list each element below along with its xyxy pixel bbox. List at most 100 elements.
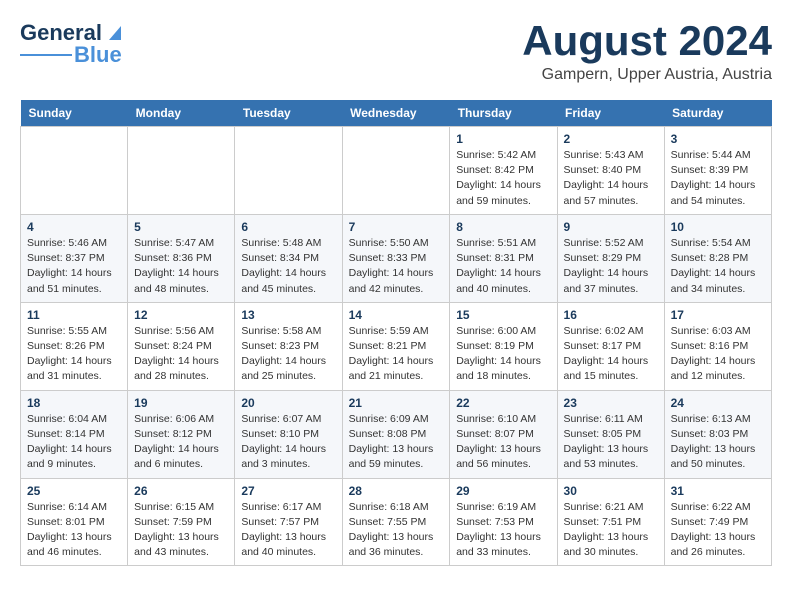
day-number: 8 [456, 220, 550, 234]
day-number: 30 [564, 484, 658, 498]
calendar-week-3: 11 Sunrise: 5:55 AMSunset: 8:26 PMDaylig… [21, 302, 772, 390]
day-info: Sunrise: 6:03 AMSunset: 8:16 PMDaylight:… [671, 325, 756, 383]
day-number: 25 [27, 484, 121, 498]
calendar-cell: 14 Sunrise: 5:59 AMSunset: 8:21 PMDaylig… [342, 302, 450, 390]
calendar-cell: 26 Sunrise: 6:15 AMSunset: 7:59 PMDaylig… [128, 478, 235, 566]
calendar-cell: 15 Sunrise: 6:00 AMSunset: 8:19 PMDaylig… [450, 302, 557, 390]
calendar-cell: 11 Sunrise: 5:55 AMSunset: 8:26 PMDaylig… [21, 302, 128, 390]
calendar-cell: 29 Sunrise: 6:19 AMSunset: 7:53 PMDaylig… [450, 478, 557, 566]
calendar-cell: 19 Sunrise: 6:06 AMSunset: 8:12 PMDaylig… [128, 390, 235, 478]
calendar-cell: 13 Sunrise: 5:58 AMSunset: 8:23 PMDaylig… [235, 302, 342, 390]
weekday-header-tuesday: Tuesday [235, 100, 342, 127]
calendar-cell: 12 Sunrise: 5:56 AMSunset: 8:24 PMDaylig… [128, 302, 235, 390]
day-info: Sunrise: 6:07 AMSunset: 8:10 PMDaylight:… [241, 413, 326, 471]
day-info: Sunrise: 6:17 AMSunset: 7:57 PMDaylight:… [241, 501, 326, 559]
calendar-cell: 25 Sunrise: 6:14 AMSunset: 8:01 PMDaylig… [21, 478, 128, 566]
day-info: Sunrise: 6:15 AMSunset: 7:59 PMDaylight:… [134, 501, 219, 559]
weekday-header-friday: Friday [557, 100, 664, 127]
day-info: Sunrise: 5:50 AMSunset: 8:33 PMDaylight:… [349, 237, 434, 295]
title-block: August 2024 Gampern, Upper Austria, Aust… [522, 20, 772, 84]
day-number: 20 [241, 396, 335, 410]
weekday-header-sunday: Sunday [21, 100, 128, 127]
day-info: Sunrise: 5:48 AMSunset: 8:34 PMDaylight:… [241, 237, 326, 295]
day-number: 14 [349, 308, 444, 322]
day-number: 28 [349, 484, 444, 498]
page-header: General Blue August 2024 Gampern, Upper … [20, 20, 772, 84]
calendar-cell: 10 Sunrise: 5:54 AMSunset: 8:28 PMDaylig… [664, 214, 771, 302]
calendar-cell [342, 127, 450, 215]
calendar-cell: 30 Sunrise: 6:21 AMSunset: 7:51 PMDaylig… [557, 478, 664, 566]
day-info: Sunrise: 6:02 AMSunset: 8:17 PMDaylight:… [564, 325, 649, 383]
day-info: Sunrise: 6:11 AMSunset: 8:05 PMDaylight:… [564, 413, 649, 471]
calendar-cell: 2 Sunrise: 5:43 AMSunset: 8:40 PMDayligh… [557, 127, 664, 215]
day-info: Sunrise: 6:10 AMSunset: 8:07 PMDaylight:… [456, 413, 541, 471]
calendar-cell: 23 Sunrise: 6:11 AMSunset: 8:05 PMDaylig… [557, 390, 664, 478]
day-number: 24 [671, 396, 765, 410]
day-info: Sunrise: 5:43 AMSunset: 8:40 PMDaylight:… [564, 149, 649, 207]
day-info: Sunrise: 5:55 AMSunset: 8:26 PMDaylight:… [27, 325, 112, 383]
calendar-table: SundayMondayTuesdayWednesdayThursdayFrid… [20, 100, 772, 566]
calendar-cell: 16 Sunrise: 6:02 AMSunset: 8:17 PMDaylig… [557, 302, 664, 390]
logo: General Blue [20, 20, 125, 68]
day-info: Sunrise: 5:54 AMSunset: 8:28 PMDaylight:… [671, 237, 756, 295]
day-info: Sunrise: 6:14 AMSunset: 8:01 PMDaylight:… [27, 501, 112, 559]
day-info: Sunrise: 6:09 AMSunset: 8:08 PMDaylight:… [349, 413, 434, 471]
day-info: Sunrise: 5:58 AMSunset: 8:23 PMDaylight:… [241, 325, 326, 383]
day-info: Sunrise: 6:19 AMSunset: 7:53 PMDaylight:… [456, 501, 541, 559]
calendar-cell [128, 127, 235, 215]
calendar-cell: 8 Sunrise: 5:51 AMSunset: 8:31 PMDayligh… [450, 214, 557, 302]
day-number: 26 [134, 484, 228, 498]
day-number: 22 [456, 396, 550, 410]
logo-blue: Blue [74, 42, 122, 68]
calendar-week-2: 4 Sunrise: 5:46 AMSunset: 8:37 PMDayligh… [21, 214, 772, 302]
day-number: 11 [27, 308, 121, 322]
calendar-cell: 9 Sunrise: 5:52 AMSunset: 8:29 PMDayligh… [557, 214, 664, 302]
calendar-week-4: 18 Sunrise: 6:04 AMSunset: 8:14 PMDaylig… [21, 390, 772, 478]
day-number: 13 [241, 308, 335, 322]
day-number: 10 [671, 220, 765, 234]
day-info: Sunrise: 5:56 AMSunset: 8:24 PMDaylight:… [134, 325, 219, 383]
weekday-header-row: SundayMondayTuesdayWednesdayThursdayFrid… [21, 100, 772, 127]
day-number: 9 [564, 220, 658, 234]
day-number: 5 [134, 220, 228, 234]
day-info: Sunrise: 6:21 AMSunset: 7:51 PMDaylight:… [564, 501, 649, 559]
calendar-week-5: 25 Sunrise: 6:14 AMSunset: 8:01 PMDaylig… [21, 478, 772, 566]
day-number: 12 [134, 308, 228, 322]
day-number: 31 [671, 484, 765, 498]
calendar-cell: 24 Sunrise: 6:13 AMSunset: 8:03 PMDaylig… [664, 390, 771, 478]
calendar-cell: 5 Sunrise: 5:47 AMSunset: 8:36 PMDayligh… [128, 214, 235, 302]
calendar-cell: 20 Sunrise: 6:07 AMSunset: 8:10 PMDaylig… [235, 390, 342, 478]
calendar-cell: 6 Sunrise: 5:48 AMSunset: 8:34 PMDayligh… [235, 214, 342, 302]
day-info: Sunrise: 6:18 AMSunset: 7:55 PMDaylight:… [349, 501, 434, 559]
calendar-cell: 31 Sunrise: 6:22 AMSunset: 7:49 PMDaylig… [664, 478, 771, 566]
calendar-cell: 18 Sunrise: 6:04 AMSunset: 8:14 PMDaylig… [21, 390, 128, 478]
day-number: 1 [456, 132, 550, 146]
day-info: Sunrise: 6:13 AMSunset: 8:03 PMDaylight:… [671, 413, 756, 471]
weekday-header-wednesday: Wednesday [342, 100, 450, 127]
calendar-cell: 7 Sunrise: 5:50 AMSunset: 8:33 PMDayligh… [342, 214, 450, 302]
calendar-cell: 1 Sunrise: 5:42 AMSunset: 8:42 PMDayligh… [450, 127, 557, 215]
weekday-header-thursday: Thursday [450, 100, 557, 127]
location-title: Gampern, Upper Austria, Austria [522, 66, 772, 84]
day-info: Sunrise: 5:46 AMSunset: 8:37 PMDaylight:… [27, 237, 112, 295]
calendar-cell: 3 Sunrise: 5:44 AMSunset: 8:39 PMDayligh… [664, 127, 771, 215]
calendar-cell: 4 Sunrise: 5:46 AMSunset: 8:37 PMDayligh… [21, 214, 128, 302]
day-number: 27 [241, 484, 335, 498]
day-info: Sunrise: 5:59 AMSunset: 8:21 PMDaylight:… [349, 325, 434, 383]
weekday-header-saturday: Saturday [664, 100, 771, 127]
day-info: Sunrise: 5:52 AMSunset: 8:29 PMDaylight:… [564, 237, 649, 295]
day-info: Sunrise: 6:06 AMSunset: 8:12 PMDaylight:… [134, 413, 219, 471]
day-info: Sunrise: 6:00 AMSunset: 8:19 PMDaylight:… [456, 325, 541, 383]
calendar-week-1: 1 Sunrise: 5:42 AMSunset: 8:42 PMDayligh… [21, 127, 772, 215]
month-title: August 2024 [522, 20, 772, 62]
calendar-cell: 17 Sunrise: 6:03 AMSunset: 8:16 PMDaylig… [664, 302, 771, 390]
calendar-cell [21, 127, 128, 215]
weekday-header-monday: Monday [128, 100, 235, 127]
day-number: 6 [241, 220, 335, 234]
day-number: 29 [456, 484, 550, 498]
calendar-cell: 27 Sunrise: 6:17 AMSunset: 7:57 PMDaylig… [235, 478, 342, 566]
day-number: 17 [671, 308, 765, 322]
calendar-cell: 28 Sunrise: 6:18 AMSunset: 7:55 PMDaylig… [342, 478, 450, 566]
day-number: 19 [134, 396, 228, 410]
day-info: Sunrise: 5:42 AMSunset: 8:42 PMDaylight:… [456, 149, 541, 207]
